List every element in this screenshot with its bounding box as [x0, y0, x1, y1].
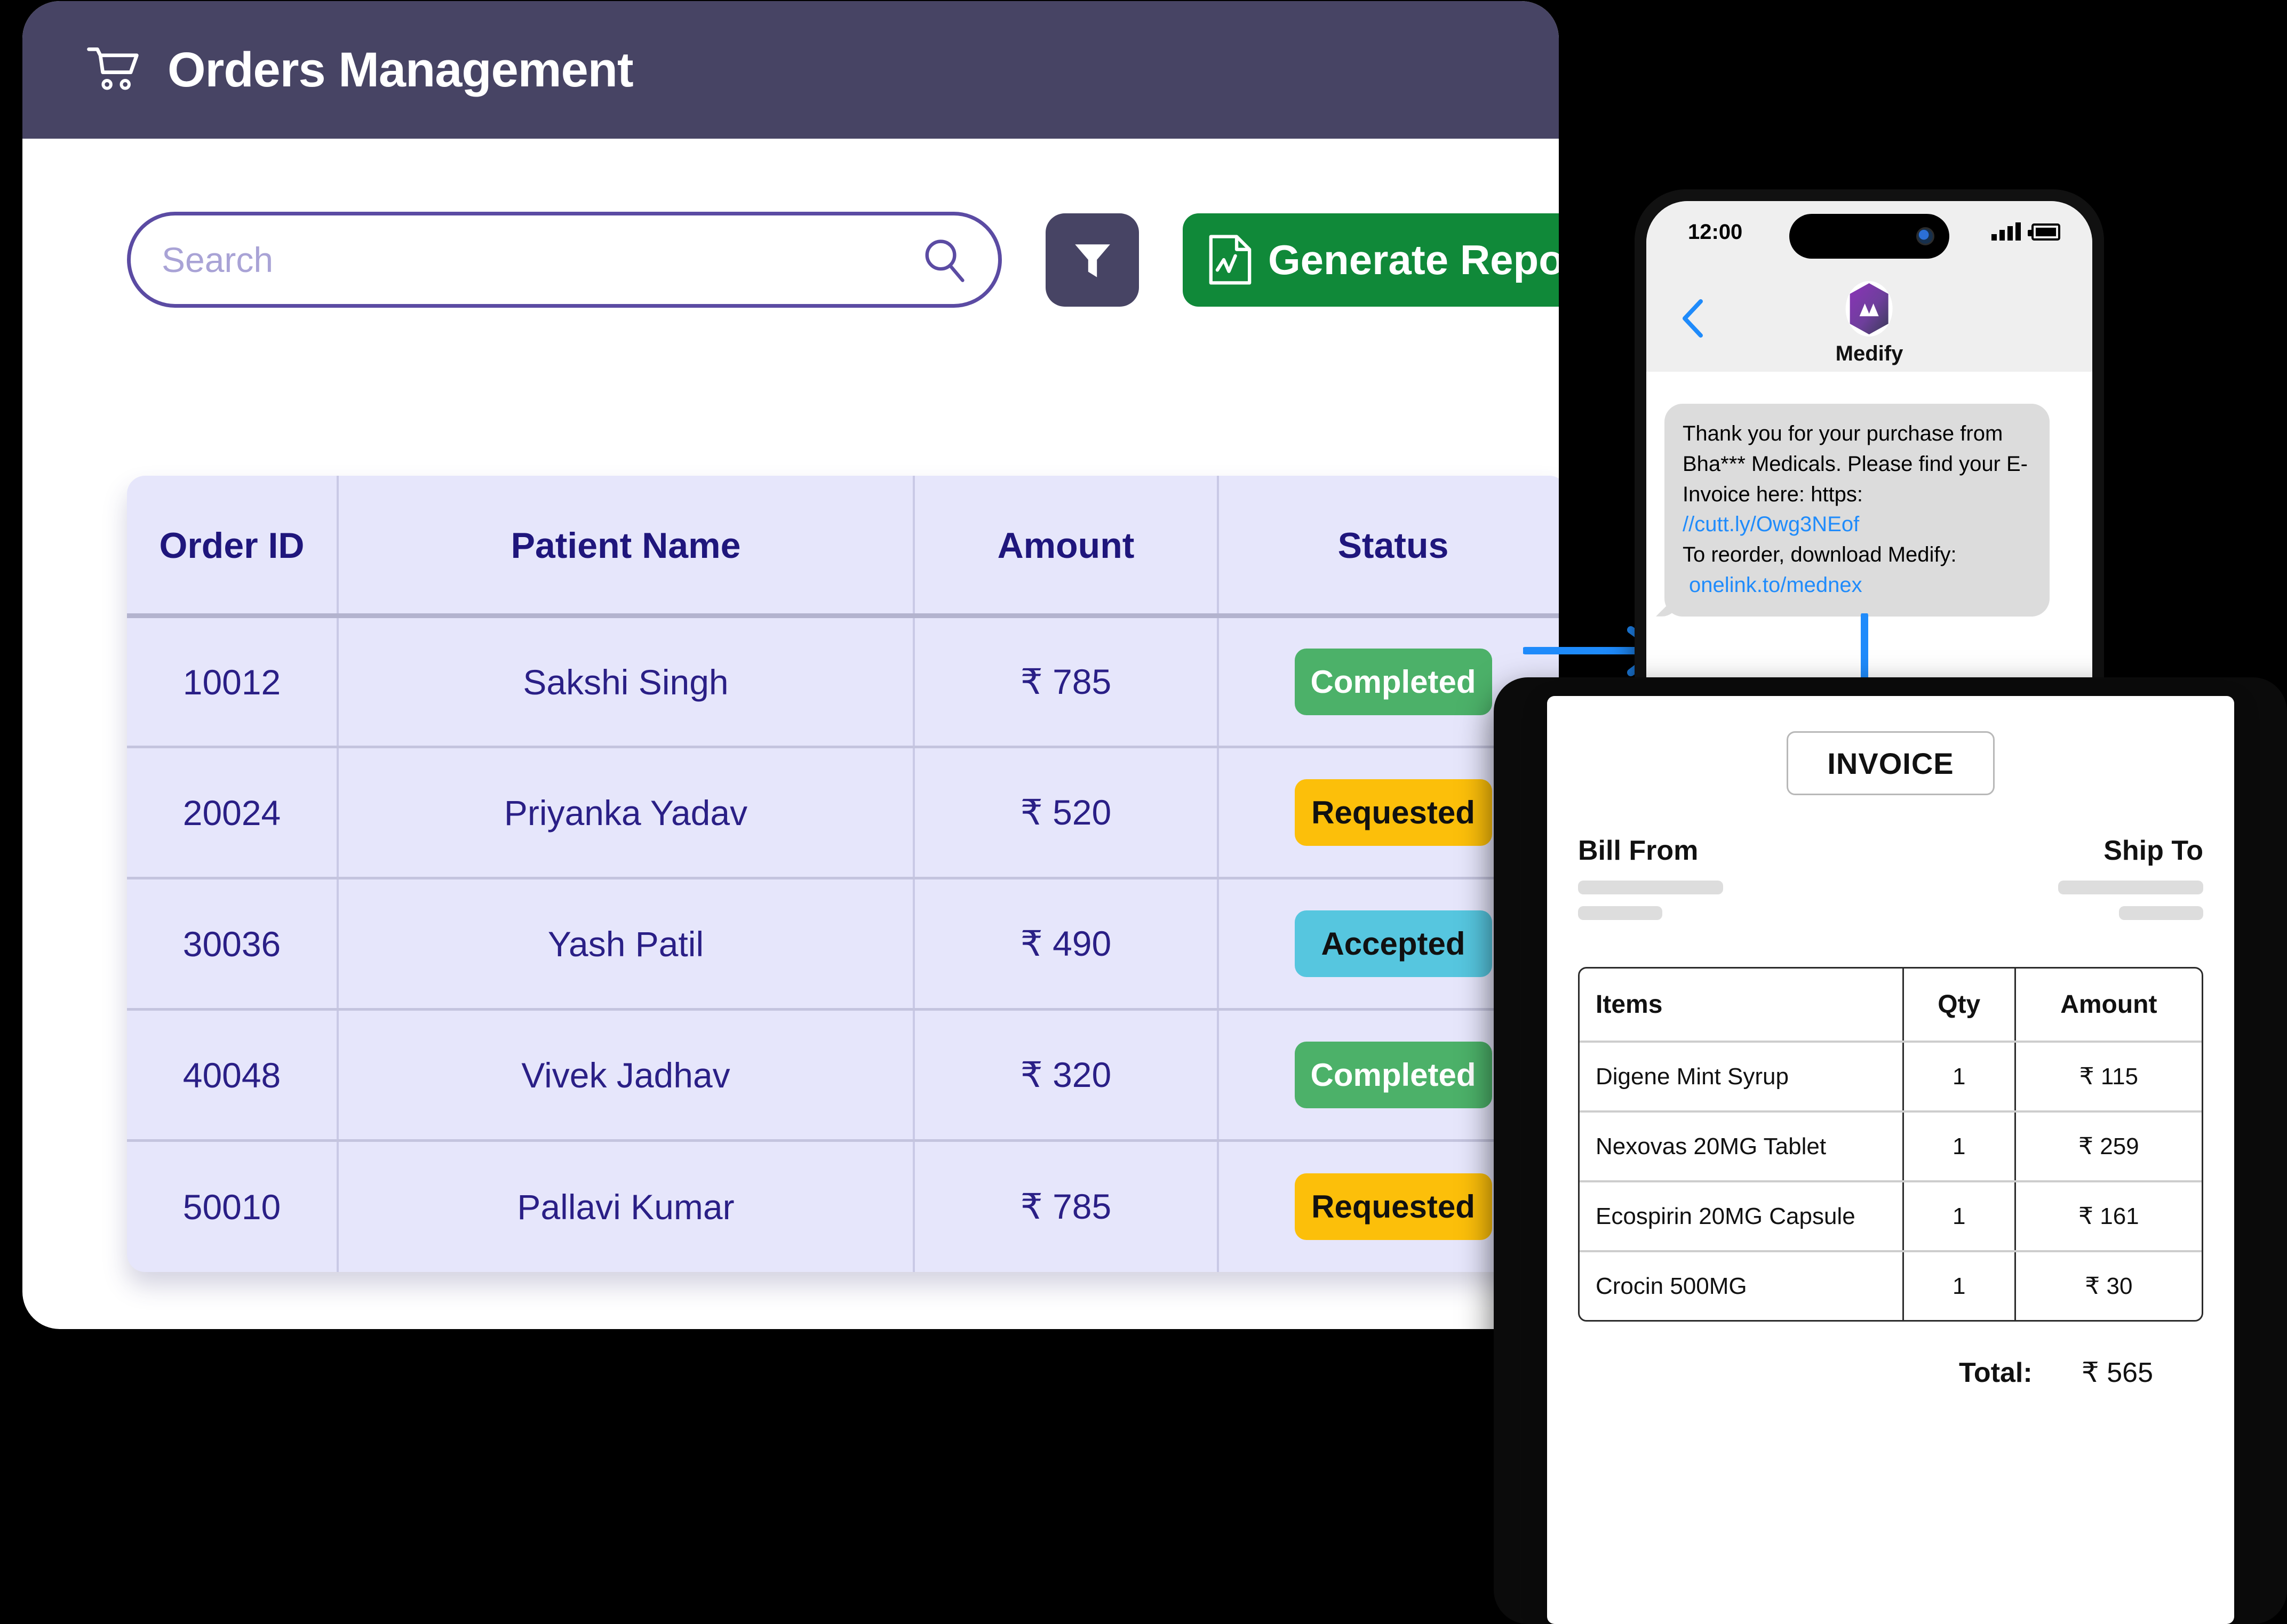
- ship-to-block: Ship To: [2058, 835, 2203, 920]
- invoice-item-name: Crocin 500MG: [1580, 1251, 1904, 1320]
- dashboard-window: Orders Management Search Generate Repo O…: [22, 1, 1559, 1329]
- phone-topbar: 12:00 Medify: [1646, 201, 2092, 372]
- table-row[interactable]: 10012 Sakshi Singh ₹ 785 Completed: [127, 615, 1559, 748]
- app-brand: Medify: [1836, 280, 1903, 366]
- invoice-items-table: Items Qty Amount Digene Mint Syrup 1 ₹ 1…: [1578, 967, 2203, 1322]
- sms-invoice-link[interactable]: //cutt.ly/Owg3NEof: [1683, 509, 2031, 540]
- invoice-row: Digene Mint Syrup 1 ₹ 115: [1580, 1042, 2202, 1113]
- cell-order-id: 10012: [127, 615, 339, 748]
- cell-patient-name: Vivek Jadhav: [338, 1009, 915, 1142]
- app-header: Orders Management: [22, 1, 1559, 139]
- invoice-item-amount: ₹ 30: [2085, 1273, 2133, 1299]
- sms-line-1: Thank you for your purchase from: [1683, 422, 2003, 445]
- ship-to-placeholder-line: [2058, 881, 2203, 894]
- cell-order-id: 50010: [127, 1140, 339, 1272]
- sms-app-link[interactable]: onelink.to/mednex: [1683, 570, 2031, 601]
- column-header-order-id: Order ID: [127, 476, 339, 618]
- cell-patient-name: Yash Patil: [338, 878, 915, 1011]
- invoice-badge: INVOICE: [1787, 731, 1995, 795]
- bill-from-placeholder-line: [1578, 881, 1723, 894]
- column-header-status: Status: [1218, 476, 1559, 618]
- invoice-item-amount: ₹ 161: [2015, 1181, 2202, 1252]
- back-chevron-icon[interactable]: [1679, 298, 1706, 339]
- shopping-cart-icon: [87, 47, 139, 90]
- bill-from-block: Bill From: [1578, 835, 1723, 920]
- invoice-header-row: Items Qty Amount: [1580, 969, 2202, 1043]
- filter-funnel-icon: [1074, 244, 1110, 277]
- status-badge[interactable]: Accepted: [1294, 910, 1492, 977]
- search-box[interactable]: [127, 212, 1002, 308]
- cell-order-id: 30036: [127, 878, 339, 1011]
- sms-line-2: Bha*** Medicals. Please find your E-: [1683, 452, 2028, 476]
- invoice-total-value: ₹ 565: [2081, 1357, 2153, 1388]
- cell-patient-name: Priyanka Yadav: [338, 747, 915, 879]
- table-header-row: Order ID Patient Name Amount Status: [127, 476, 1559, 618]
- status-badge[interactable]: Completed: [1294, 649, 1492, 715]
- sms-bubble: Thank you for your purchase from Bha*** …: [1664, 404, 2050, 617]
- status-bar-time: 12:00: [1688, 220, 1743, 244]
- message-area: Thank you for your purchase from Bha*** …: [1646, 372, 2092, 617]
- invoice-card: INVOICE Bill From Ship To Items Qty Amou…: [1547, 696, 2234, 1624]
- invoice-item-qty: 1: [1903, 1251, 2016, 1320]
- medify-logo-icon: [1846, 281, 1893, 337]
- invoice-item-qty: 1: [1903, 1111, 2016, 1182]
- invoice-item-name: Ecospirin 20MG Capsule: [1580, 1181, 1904, 1252]
- invoice-item-amount: ₹ 259: [2015, 1111, 2202, 1182]
- generate-report-label: Generate Report: [1268, 236, 1559, 283]
- status-badge[interactable]: Requested: [1294, 779, 1492, 846]
- invoice-total-label: Total:: [1959, 1357, 2033, 1388]
- cell-patient-name: Sakshi Singh: [338, 615, 915, 748]
- invoice-item-qty: 1: [1903, 1181, 2016, 1252]
- app-name-label: Medify: [1835, 342, 1903, 365]
- cell-amount: ₹ 320: [914, 1009, 1219, 1142]
- ship-to-label: Ship To: [2103, 835, 2203, 866]
- cell-order-id: 20024: [127, 747, 339, 879]
- invoice-row: Nexovas 20MG Tablet 1 ₹ 259: [1580, 1111, 2202, 1182]
- table-row[interactable]: 20024 Priyanka Yadav ₹ 520 Requested: [127, 747, 1559, 879]
- cell-order-id: 40048: [127, 1009, 339, 1142]
- cell-patient-name: Pallavi Kumar: [338, 1140, 915, 1272]
- search-input[interactable]: [162, 239, 967, 280]
- cell-amount: ₹ 520: [914, 747, 1219, 879]
- status-bar-icons: [1991, 222, 2060, 241]
- search-icon[interactable]: [921, 237, 967, 283]
- invoice-row: Ecospirin 20MG Capsule 1 ₹ 161: [1580, 1181, 2202, 1252]
- invoice-total-row: Total: ₹ 565: [1578, 1357, 2203, 1389]
- sms-line-4: To reorder, download Medify:: [1683, 543, 1957, 567]
- cell-amount: ₹ 785: [914, 1140, 1219, 1272]
- front-camera-icon: [1916, 227, 1934, 245]
- invoice-item-qty: 1: [1903, 1042, 2016, 1113]
- toolbar: Generate Report: [127, 212, 1559, 308]
- orders-table: Order ID Patient Name Amount Status 1001…: [127, 476, 1559, 1272]
- invoice-parties: Bill From Ship To: [1578, 835, 2203, 920]
- invoice-column-qty: Qty: [1903, 969, 2016, 1043]
- battery-icon: [2028, 223, 2060, 241]
- filter-button[interactable]: [1046, 213, 1139, 307]
- report-document-icon: [1209, 235, 1252, 285]
- status-badge[interactable]: Completed: [1294, 1042, 1492, 1108]
- column-header-patient-name: Patient Name: [338, 476, 915, 618]
- bill-from-placeholder-line: [1578, 906, 1662, 920]
- column-header-amount: Amount: [914, 476, 1219, 618]
- invoice-item-amount: ₹ 115: [2015, 1042, 2202, 1113]
- cell-amount: ₹ 490: [914, 878, 1219, 1011]
- status-badge[interactable]: Requested: [1294, 1173, 1492, 1241]
- dynamic-island: [1789, 214, 1949, 259]
- screenshot-root: Orders Management Search Generate Repo O…: [0, 0, 2287, 1624]
- signal-bars-icon: [1991, 222, 2021, 241]
- invoice-item-name: Nexovas 20MG Tablet: [1580, 1111, 1904, 1182]
- table-row[interactable]: 30036 Yash Patil ₹ 490 Accepted: [127, 878, 1559, 1011]
- page-title: Orders Management: [168, 42, 634, 97]
- cell-amount: ₹ 785: [914, 615, 1219, 748]
- invoice-item-name: Digene Mint Syrup: [1580, 1042, 1904, 1113]
- table-row[interactable]: 50010 Pallavi Kumar ₹ 785 Requested: [127, 1140, 1559, 1272]
- invoice-column-items: Items: [1580, 969, 1904, 1043]
- generate-report-button[interactable]: Generate Report: [1183, 213, 1559, 307]
- sms-line-3: Invoice here: https:: [1683, 482, 1863, 506]
- ship-to-placeholder-line: [2119, 906, 2203, 920]
- table-row[interactable]: 40048 Vivek Jadhav ₹ 320 Completed: [127, 1009, 1559, 1142]
- bill-from-label: Bill From: [1578, 835, 1699, 866]
- invoice-column-amount: Amount: [2015, 969, 2202, 1043]
- invoice-row: Crocin 500MG 1 ₹ 30: [1580, 1251, 2202, 1320]
